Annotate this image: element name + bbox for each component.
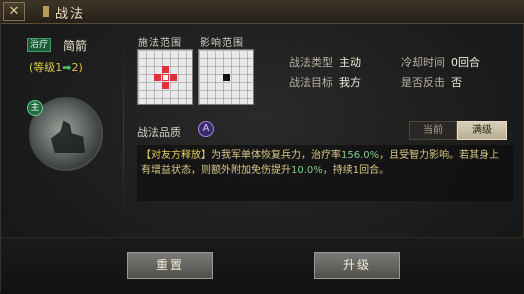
desc-target: 【对友方释放】 (141, 150, 211, 161)
info-counter: 是否反击否 (401, 74, 462, 90)
skill-panel: ✕ 战法 治疗 简箭 (等级1➡2) 主 施法范围 影响范围 战法类型 主动 冷却… (0, 0, 524, 294)
target-value: 我方 (339, 76, 361, 89)
upgrade-button[interactable]: 升级 (314, 252, 400, 279)
skill-tag: 治疗 (27, 38, 51, 52)
desc-part3: ，持续1回合。 (322, 165, 390, 176)
cast-center-cell (162, 74, 169, 81)
cast-cell (154, 74, 161, 81)
desc-rate: 156.0% (341, 150, 380, 161)
cast-cell (162, 82, 169, 89)
close-button[interactable]: ✕ (3, 2, 25, 21)
reset-button[interactable]: 重置 (127, 252, 213, 279)
quality-grade-icon: A (198, 121, 214, 137)
title-bar: ✕ 战法 (1, 1, 524, 24)
level-arrow-icon: ➡ (62, 61, 72, 74)
quality-label: 战法品质 (137, 126, 181, 139)
target-key: 战法目标 (289, 76, 333, 89)
info-type: 战法类型 主动 (289, 54, 361, 70)
cast-cell (170, 74, 177, 81)
effect-range-grid (198, 49, 254, 105)
title-marker-icon (43, 6, 49, 17)
tab-current[interactable]: 当前 (409, 121, 457, 140)
cast-cell (162, 66, 169, 73)
desc-bonus: 10.0% (291, 165, 323, 176)
desc-part1: 为我军单体恢复兵力，治疗率 (211, 150, 341, 161)
counter-value: 否 (451, 76, 462, 89)
level-prefix: (等级1 (29, 61, 63, 74)
skill-description: 【对友方释放】为我军单体恢复兵力，治疗率156.0%，且受智力影响。若其身上有增… (137, 145, 513, 201)
type-key: 战法类型 (289, 56, 333, 69)
tab-max-level[interactable]: 满级 (457, 121, 507, 140)
info-cooldown: 冷却时间 0回合 (401, 54, 480, 70)
counter-key: 是否反击 (401, 76, 445, 89)
info-target: 战法目标 我方 (289, 74, 361, 90)
column-divider (123, 31, 124, 233)
cast-range-grid (137, 49, 193, 105)
skill-level: (等级1➡2) (29, 59, 83, 75)
window-title: 战法 (55, 7, 86, 22)
effect-range-label: 影响范围 (200, 38, 244, 49)
effect-center-cell (223, 74, 230, 81)
skill-name: 简箭 (63, 39, 88, 53)
type-value: 主动 (339, 56, 361, 69)
portrait-badge: 主 (27, 100, 43, 116)
cooldown-key: 冷却时间 (401, 56, 445, 69)
level-suffix: 2) (71, 61, 83, 74)
cast-range-label: 施法范围 (138, 38, 182, 49)
action-bar (1, 237, 524, 294)
rider-silhouette (50, 120, 86, 153)
cooldown-value: 0回合 (451, 56, 480, 69)
